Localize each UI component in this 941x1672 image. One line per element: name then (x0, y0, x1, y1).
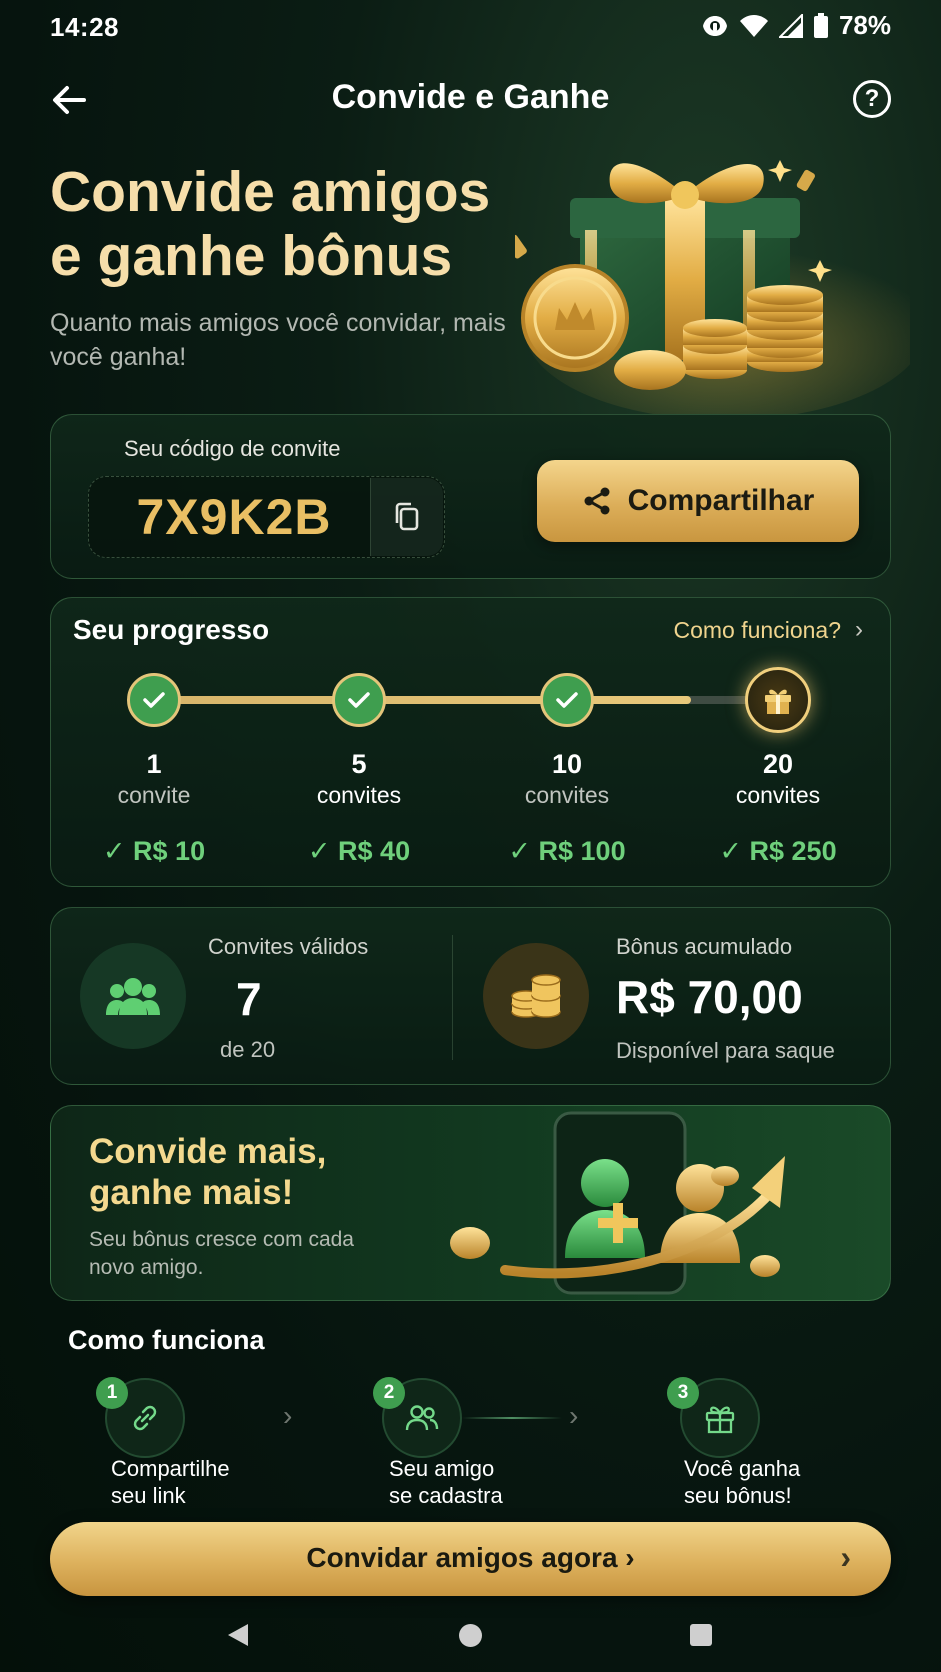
hero-title-line1: Convide amigos (50, 160, 491, 224)
page-title: Convide e Ganhe (331, 78, 610, 116)
step-1-badge: 1 (96, 1377, 128, 1409)
step-3-text: Você ganha seu bônus! (684, 1456, 801, 1508)
users-icon (405, 1405, 439, 1431)
milestone-count: 20 (762, 749, 794, 779)
check-icon (348, 692, 370, 708)
invite-friends-button[interactable]: Convidar amigos agora › › (50, 1522, 891, 1596)
people-icon-badge (80, 943, 186, 1049)
chevron-right-icon: › (855, 616, 863, 643)
coins-icon (511, 974, 561, 1018)
hero-subtitle: Quanto mais amigos você convidar, mais v… (50, 309, 506, 371)
nav-recents-icon[interactable] (690, 1624, 712, 1646)
milestone-reward: ✓ R$ 100 (508, 836, 626, 866)
milestone-unit: convite (117, 782, 191, 808)
milestone-reward: ✓ R$ 250 (719, 836, 837, 866)
copy-button[interactable] (370, 478, 443, 556)
bonus-available-label: Disponível para saque (616, 1038, 835, 1063)
invite-code-label: Seu código de convite (124, 436, 341, 461)
milestone-2: 5 convites ✓ R$ 40 (274, 748, 444, 867)
milestone-count: 1 (146, 749, 162, 779)
valid-invites-value: 7 (236, 973, 262, 1025)
signal-icon (778, 13, 803, 38)
milestone-4-gift (745, 667, 811, 733)
invite-friends-button-label: Convidar amigos agora › (306, 1542, 635, 1573)
milestone-count: 5 (351, 749, 367, 779)
bonus-label: Bônus acumulado (616, 934, 793, 959)
milestone-reward: ✓ R$ 10 (102, 836, 206, 866)
status-icons: 78% (701, 10, 891, 41)
check-icon (556, 692, 578, 708)
bonus-value: R$ 70,00 (616, 971, 803, 1023)
promo-illustration (450, 1111, 785, 1295)
milestone-unit: convites (316, 782, 402, 808)
promo-title: Convide mais, ganhe mais! (89, 1131, 449, 1213)
step-2-text: Seu amigo se cadastra (389, 1456, 503, 1508)
battery-icon (813, 12, 828, 38)
share-icon (584, 487, 610, 515)
chevron-right-icon: › (283, 1400, 293, 1431)
milestone-4: 20 convites ✓ R$ 250 (693, 748, 863, 867)
gift-coins-illustration (515, 160, 910, 415)
milestone-2-check (332, 673, 386, 727)
nav-back-icon[interactable] (226, 1622, 250, 1648)
invite-code-value[interactable]: 7X9K2B (100, 483, 368, 551)
how-it-works-link[interactable]: Como funciona? › (674, 616, 864, 644)
chevron-right-icon: › (569, 1400, 579, 1431)
promo-title-line2: ganhe mais! (89, 1173, 294, 1212)
link-icon (133, 1405, 157, 1431)
share-button[interactable]: Compartilhar (537, 460, 859, 542)
nav-home-icon[interactable] (459, 1624, 482, 1647)
promo-subtitle: Seu bônus cresce com cada novo amigo. (89, 1228, 354, 1279)
milestone-3-check (540, 673, 594, 727)
progress-title: Seu progresso (73, 614, 270, 645)
valid-invites-label: Convites válidos (208, 934, 369, 959)
milestone-reward: ✓ R$ 40 (307, 836, 411, 866)
status-time: 14:28 (50, 12, 119, 42)
step-3-badge: 3 (667, 1377, 699, 1409)
copy-icon (395, 502, 419, 531)
progress-track-fill (153, 696, 691, 704)
step-2-badge: 2 (373, 1377, 405, 1409)
help-button[interactable]: ? (853, 80, 891, 118)
gift-icon (765, 689, 791, 714)
how-it-works-link-label: Como funciona? (673, 616, 842, 643)
milestone-count: 10 (551, 749, 583, 779)
check-icon (143, 692, 165, 708)
milestone-1-check (127, 673, 181, 727)
coins-icon-badge (483, 943, 589, 1049)
question-icon: ? (864, 85, 880, 112)
step-connector-line (462, 1417, 562, 1419)
stats-divider (452, 935, 453, 1060)
promo-title-line1: Convide mais, (89, 1132, 327, 1171)
milestone-1: 1 convite ✓ R$ 10 (69, 748, 239, 867)
battery-percent: 78% (838, 10, 891, 40)
hero-title: Convide amigos e ganhe bônus (50, 160, 570, 288)
milestone-unit: convites (524, 782, 610, 808)
gift-outline-icon (705, 1406, 735, 1434)
step-1-text: Compartilhe seu link (111, 1456, 230, 1508)
how-it-works-title: Como funciona (68, 1325, 265, 1355)
hero-title-line2: e ganhe bônus (50, 224, 453, 288)
people-icon (106, 978, 160, 1015)
wifi-icon (739, 14, 768, 37)
milestone-unit: convites (735, 782, 821, 808)
valid-invites-total: de 20 (220, 1037, 276, 1062)
chevron-right-icon: › (840, 1539, 851, 1575)
privacy-icon (702, 15, 727, 36)
milestone-3: 10 convites ✓ R$ 100 (482, 748, 652, 867)
share-button-label: Compartilhar (627, 484, 815, 517)
